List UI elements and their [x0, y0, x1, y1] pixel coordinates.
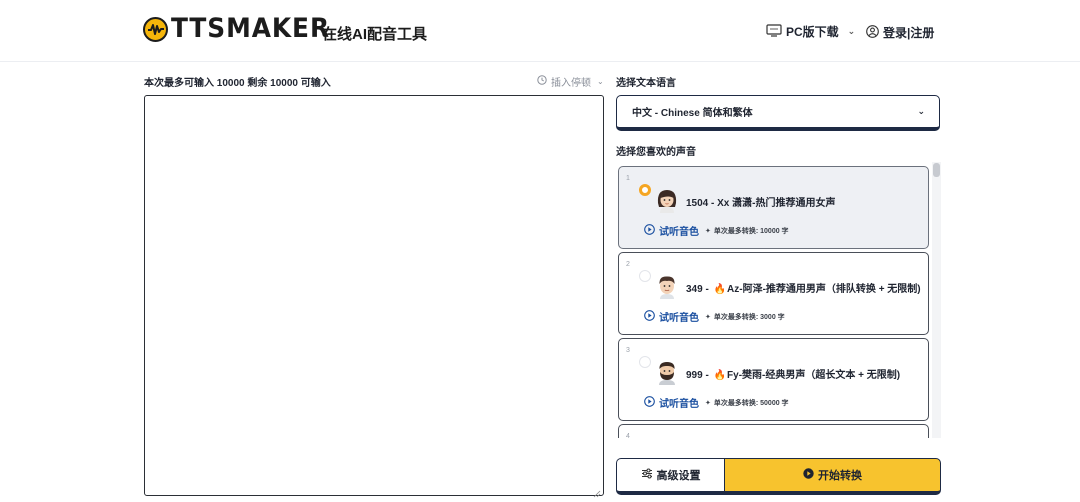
monitor-icon: [766, 23, 782, 40]
voice-card[interactable]: 2 349 - 🔥Az-阿泽-推荐通用男声（排队转换 + 无限制) 试听音色 ✦…: [618, 252, 929, 335]
voice-index: 3: [626, 347, 630, 354]
voice-card[interactable]: 4: [618, 424, 929, 438]
advanced-settings-label: 高级设置: [656, 470, 701, 482]
voice-index: 1: [626, 175, 630, 182]
voice-index: 2: [626, 261, 630, 268]
preview-voice-button[interactable]: 试听音色: [644, 309, 699, 324]
preview-voice-button[interactable]: 试听音色: [644, 395, 699, 410]
user-icon: [866, 24, 879, 41]
insert-pause-menu[interactable]: 插入停顿 ⌄: [537, 74, 604, 89]
voice-name: 999 - 🔥Fy-樊雨-经典男声（超长文本 + 无限制): [686, 370, 901, 381]
login-register-link[interactable]: 登录|注册: [866, 24, 934, 41]
language-label: 选择文本语言: [616, 78, 676, 89]
tts-text-input[interactable]: [145, 96, 603, 495]
clock-icon: [537, 75, 547, 88]
advanced-settings-button[interactable]: 高级设置: [616, 458, 724, 495]
resize-handle-icon[interactable]: [593, 485, 601, 498]
play-circle-icon: [644, 223, 655, 238]
char-limit-info: 本次最多可输入 10000 剩余 10000 可输入: [144, 78, 331, 89]
bearded-avatar-icon: [655, 359, 679, 385]
voice-name: 1504 - Xx 潇潇-热门推荐通用女声: [686, 198, 836, 209]
male-avatar-icon: [655, 273, 679, 299]
preview-voice-button[interactable]: 试听音色: [644, 223, 699, 238]
start-conversion-label: 开始转换: [818, 470, 862, 482]
play-circle-icon: [803, 468, 814, 482]
voice-index: 4: [626, 433, 630, 438]
voice-char-limit: ✦ 单次最多转换: 50000 字: [705, 400, 789, 407]
voice-card[interactable]: 3 999 - 🔥Fy-樊雨-经典男声（超长文本 + 无限制) 试听音色 ✦ 单…: [618, 338, 929, 421]
sparkle-icon: ✦: [705, 228, 711, 235]
logo-waveform-icon: [143, 16, 168, 42]
voice-name: 349 - 🔥Az-阿泽-推荐通用男声（排队转换 + 无限制): [686, 284, 921, 295]
voice-char-limit: ✦ 单次最多转换: 3000 字: [705, 314, 785, 321]
voice-list-scrollbar[interactable]: [932, 162, 941, 438]
play-circle-icon: [644, 309, 655, 324]
fire-icon: 🔥: [713, 370, 727, 381]
voice-radio[interactable]: [639, 356, 651, 368]
text-input-area: [144, 95, 604, 498]
play-circle-icon: [644, 395, 655, 410]
insert-pause-label: 插入停顿: [551, 78, 591, 89]
brand-name: TTSMAKER: [171, 13, 331, 44]
sparkle-icon: ✦: [705, 400, 711, 407]
sliders-icon: [641, 468, 653, 482]
language-selected-value: 中文 - Chinese 简体和繁体: [632, 108, 753, 119]
voice-radio[interactable]: [639, 184, 651, 196]
language-select[interactable]: 中文 - Chinese 简体和繁体 ⌄: [616, 95, 940, 131]
voice-char-limit: ✦ 单次最多转换: 10000 字: [705, 228, 789, 235]
voice-radio[interactable]: [639, 270, 651, 282]
brand-logo[interactable]: TTSMAKER: [143, 15, 344, 43]
fire-icon: 🔥: [713, 284, 727, 295]
chevron-down-icon: ⌄: [917, 106, 925, 116]
scrollbar-thumb[interactable]: [933, 163, 940, 177]
pc-download-label: PC版下载: [786, 25, 839, 39]
site-header: TTSMAKER 在线AI配音工具 PC版下载 ⌄ 登录|注册: [0, 0, 1080, 62]
brand-tagline: 在线AI配音工具: [322, 26, 428, 43]
sparkle-icon: ✦: [705, 314, 711, 321]
voice-label: 选择您喜欢的声音: [616, 147, 696, 158]
voice-list: 1 1504 - Xx 潇潇-热门推荐通用女声 试听音色 ✦ 单次最多转换: 1…: [616, 162, 942, 438]
login-label: 登录|注册: [883, 26, 935, 40]
chevron-down-icon: ⌄: [597, 77, 604, 86]
pc-download-menu[interactable]: PC版下载 ⌄: [766, 23, 855, 40]
voice-card[interactable]: 1 1504 - Xx 潇潇-热门推荐通用女声 试听音色 ✦ 单次最多转换: 1…: [618, 166, 929, 249]
chevron-down-icon: ⌄: [847, 26, 856, 36]
female-avatar-icon: [655, 187, 679, 213]
start-conversion-button[interactable]: 开始转换: [724, 458, 941, 495]
